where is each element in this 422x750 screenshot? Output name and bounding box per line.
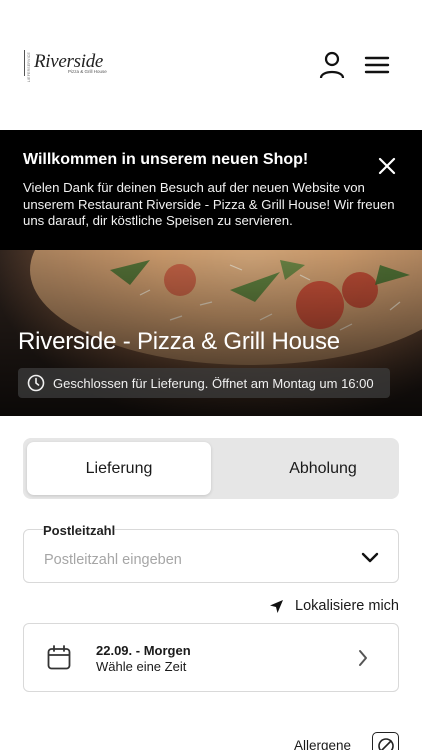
banner-title: Willkommen in unserem neuen Shop! <box>23 151 309 168</box>
tab-abholung[interactable]: Abholung <box>231 442 415 495</box>
chevron-right-icon <box>359 650 367 666</box>
chevron-down-icon[interactable] <box>361 552 379 564</box>
user-icon[interactable] <box>318 51 346 79</box>
hamburger-menu-icon[interactable] <box>364 55 390 75</box>
opening-status-text: Geschlossen für Lieferung. Öffnet am Mon… <box>53 375 374 391</box>
header: LIEFERSERVICE Riverside Pizza & Grill Ho… <box>0 0 422 130</box>
logo-divider <box>24 50 25 76</box>
locate-me-button[interactable]: Lokalisiere mich <box>269 598 399 614</box>
opening-status-badge: Geschlossen für Lieferung. Öffnet am Mon… <box>18 368 390 398</box>
tab-lieferung[interactable]: Lieferung <box>27 442 211 495</box>
close-icon[interactable] <box>378 157 396 175</box>
clock-icon <box>27 374 45 392</box>
allergen-icon <box>377 737 394 750</box>
delivery-time-picker[interactable]: 22.09. - Morgen Wähle eine Zeit <box>23 623 399 692</box>
allergens-filter-button[interactable] <box>372 732 399 750</box>
logo[interactable]: LIEFERSERVICE Riverside Pizza & Grill Ho… <box>24 48 107 82</box>
hero-image: Riverside - Pizza & Grill House Geschlos… <box>0 250 422 416</box>
postal-code-label: Postleitzahl <box>43 523 116 538</box>
location-arrow-icon <box>270 599 284 613</box>
welcome-banner: Willkommen in unserem neuen Shop! Vielen… <box>0 130 422 250</box>
choose-time-label: Wähle eine Zeit <box>96 659 187 674</box>
calendar-icon <box>47 645 71 670</box>
order-mode-toggle: Lieferung Abholung <box>23 438 399 499</box>
restaurant-title: Riverside - Pizza & Grill House <box>18 328 340 355</box>
allergens-label: Allergene <box>294 738 352 750</box>
banner-text: Vielen Dank für deinen Besuch auf der ne… <box>23 180 395 228</box>
locate-me-label: Lokalisiere mich <box>295 598 399 614</box>
postal-code-input[interactable] <box>44 552 344 568</box>
selected-date: 22.09. - Morgen <box>96 643 191 658</box>
logo-subtitle: Pizza & Grill House <box>68 69 107 74</box>
logo-side-text: LIEFERSERVICE <box>27 52 31 83</box>
